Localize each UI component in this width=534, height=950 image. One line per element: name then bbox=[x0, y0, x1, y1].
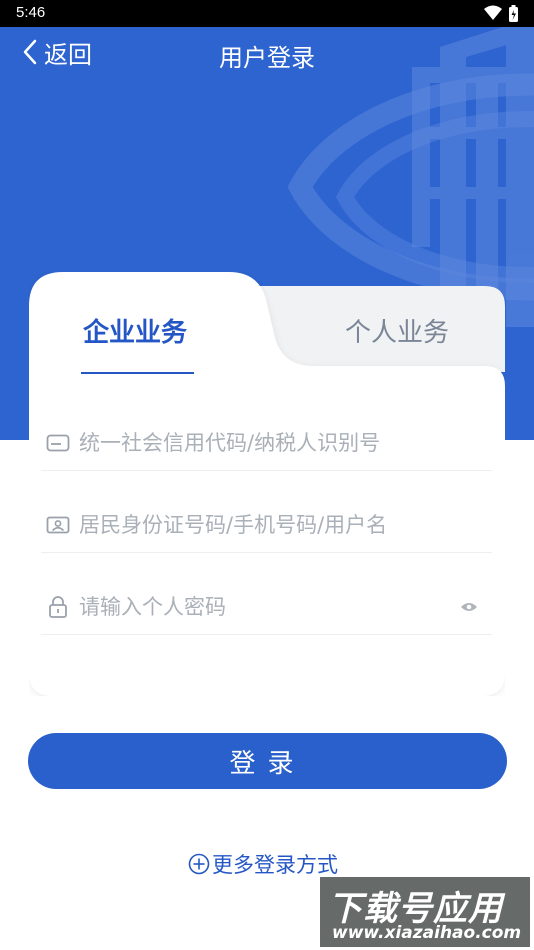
password-input[interactable] bbox=[79, 595, 456, 619]
tab-enterprise[interactable]: 企业业务 bbox=[83, 312, 187, 348]
more-login-label: 更多登录方式 bbox=[212, 853, 338, 877]
active-tab-indicator bbox=[81, 372, 194, 374]
identity-field bbox=[41, 498, 492, 553]
lock-icon bbox=[45, 594, 71, 620]
more-login-link[interactable]: 更多登录方式 bbox=[188, 850, 338, 878]
credit-code-input[interactable] bbox=[79, 431, 492, 455]
id-card-icon bbox=[45, 430, 71, 456]
password-field bbox=[41, 580, 492, 635]
watermark-url: www.xiazaihao.com bbox=[332, 923, 522, 943]
status-icons bbox=[482, 5, 522, 23]
wifi-icon bbox=[484, 5, 502, 20]
battery-icon bbox=[509, 5, 518, 22]
status-time: 5:46 bbox=[16, 4, 46, 21]
tab-personal[interactable]: 个人业务 bbox=[345, 312, 449, 348]
person-card-icon bbox=[45, 512, 71, 538]
credit-code-field bbox=[41, 416, 492, 471]
status-bar: 5:46 bbox=[0, 0, 534, 27]
eye-icon[interactable] bbox=[456, 594, 482, 620]
page-title: 用户登录 bbox=[219, 44, 315, 72]
watermark-logo: 下载号应用 www.xiazaihao.com bbox=[320, 877, 530, 947]
login-button[interactable]: 登录 bbox=[28, 733, 507, 789]
plus-circle-icon bbox=[188, 853, 210, 875]
identity-input[interactable] bbox=[79, 513, 492, 537]
login-card: 企业业务 个人业务 bbox=[29, 272, 505, 696]
